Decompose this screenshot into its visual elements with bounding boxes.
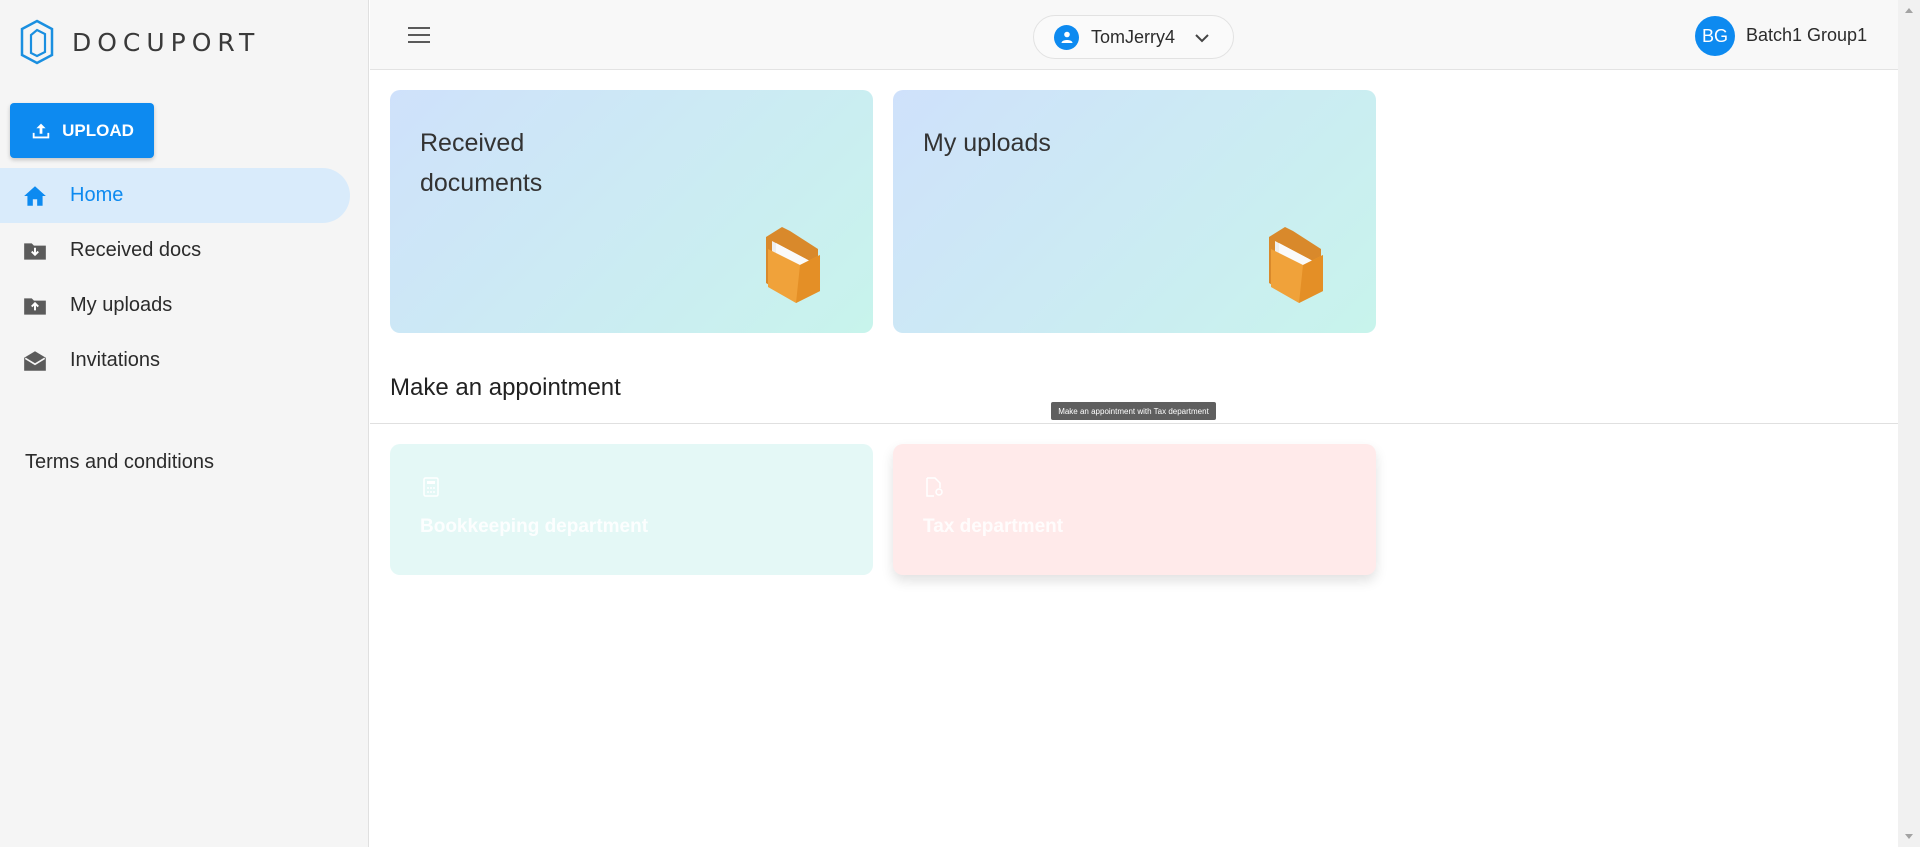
sidebar-item-my-uploads[interactable]: My uploads: [0, 278, 350, 333]
sidebar-item-invitations[interactable]: Invitations: [0, 333, 350, 388]
profile-name[interactable]: Batch1 Group1: [1746, 25, 1867, 46]
folder-icon: [1269, 227, 1323, 303]
folder-icon: [766, 227, 820, 303]
scroll-up-arrow-icon[interactable]: [1905, 8, 1913, 13]
sidebar: DOCUPORT UPLOAD Home Received docs My up…: [0, 0, 369, 847]
sidebar-item-received-docs[interactable]: Received docs: [0, 223, 350, 278]
logo-text: DOCUPORT: [72, 27, 261, 57]
folder-download-icon: [24, 242, 46, 260]
my-uploads-card[interactable]: My uploads: [893, 90, 1376, 333]
terms-link[interactable]: Terms and conditions: [25, 451, 214, 474]
account-icon: [1054, 24, 1079, 50]
docuport-logo-icon: [20, 19, 54, 65]
chevron-down-icon: [1195, 34, 1209, 43]
bookkeeping-department-card[interactable]: Bookkeeping department: [390, 444, 873, 575]
department-name: Tax department: [923, 516, 1064, 537]
envelope-open-icon: [24, 350, 46, 371]
upload-button[interactable]: UPLOAD: [10, 103, 154, 158]
top-header: TomJerry4 BG Batch1 Group1: [370, 0, 1898, 70]
upload-icon: [32, 123, 50, 138]
home-icon: [24, 185, 46, 206]
sidebar-item-label: Home: [70, 184, 124, 206]
logo[interactable]: DOCUPORT: [19, 19, 260, 65]
avatar[interactable]: BG: [1695, 16, 1735, 56]
folder-upload-icon: [24, 297, 46, 315]
scroll-down-arrow-icon[interactable]: [1905, 834, 1913, 839]
account-selector[interactable]: TomJerry4: [1033, 15, 1234, 59]
tooltip: Make an appointment with Tax department: [1051, 402, 1216, 420]
card-title: My uploads: [923, 129, 1051, 157]
card-title: Received documents: [420, 129, 543, 197]
vertical-scrollbar[interactable]: [1898, 0, 1920, 847]
app: DOCUPORT UPLOAD Home Received docs My up…: [0, 0, 1920, 847]
sidebar-item-label: My uploads: [70, 294, 173, 316]
calculator-icon: [423, 477, 439, 497]
sidebar-item-home[interactable]: Home: [0, 168, 350, 223]
received-documents-card[interactable]: Received documents: [390, 90, 873, 333]
sidebar-item-label: Received docs: [70, 239, 202, 261]
department-name: Bookkeeping department: [420, 516, 649, 537]
sidebar-item-label: Invitations: [70, 349, 161, 371]
sidebar-nav: Home Received docs My uploads Invitation…: [0, 168, 350, 388]
appointment-section-title: Make an appointment: [390, 374, 621, 401]
file-settings-icon: [926, 477, 943, 497]
section-divider: [370, 423, 1898, 424]
tax-department-card[interactable]: Tax department: [893, 444, 1376, 575]
account-name: TomJerry4: [1091, 26, 1176, 47]
upload-label: UPLOAD: [62, 120, 134, 140]
hamburger-menu-icon[interactable]: [406, 22, 432, 48]
